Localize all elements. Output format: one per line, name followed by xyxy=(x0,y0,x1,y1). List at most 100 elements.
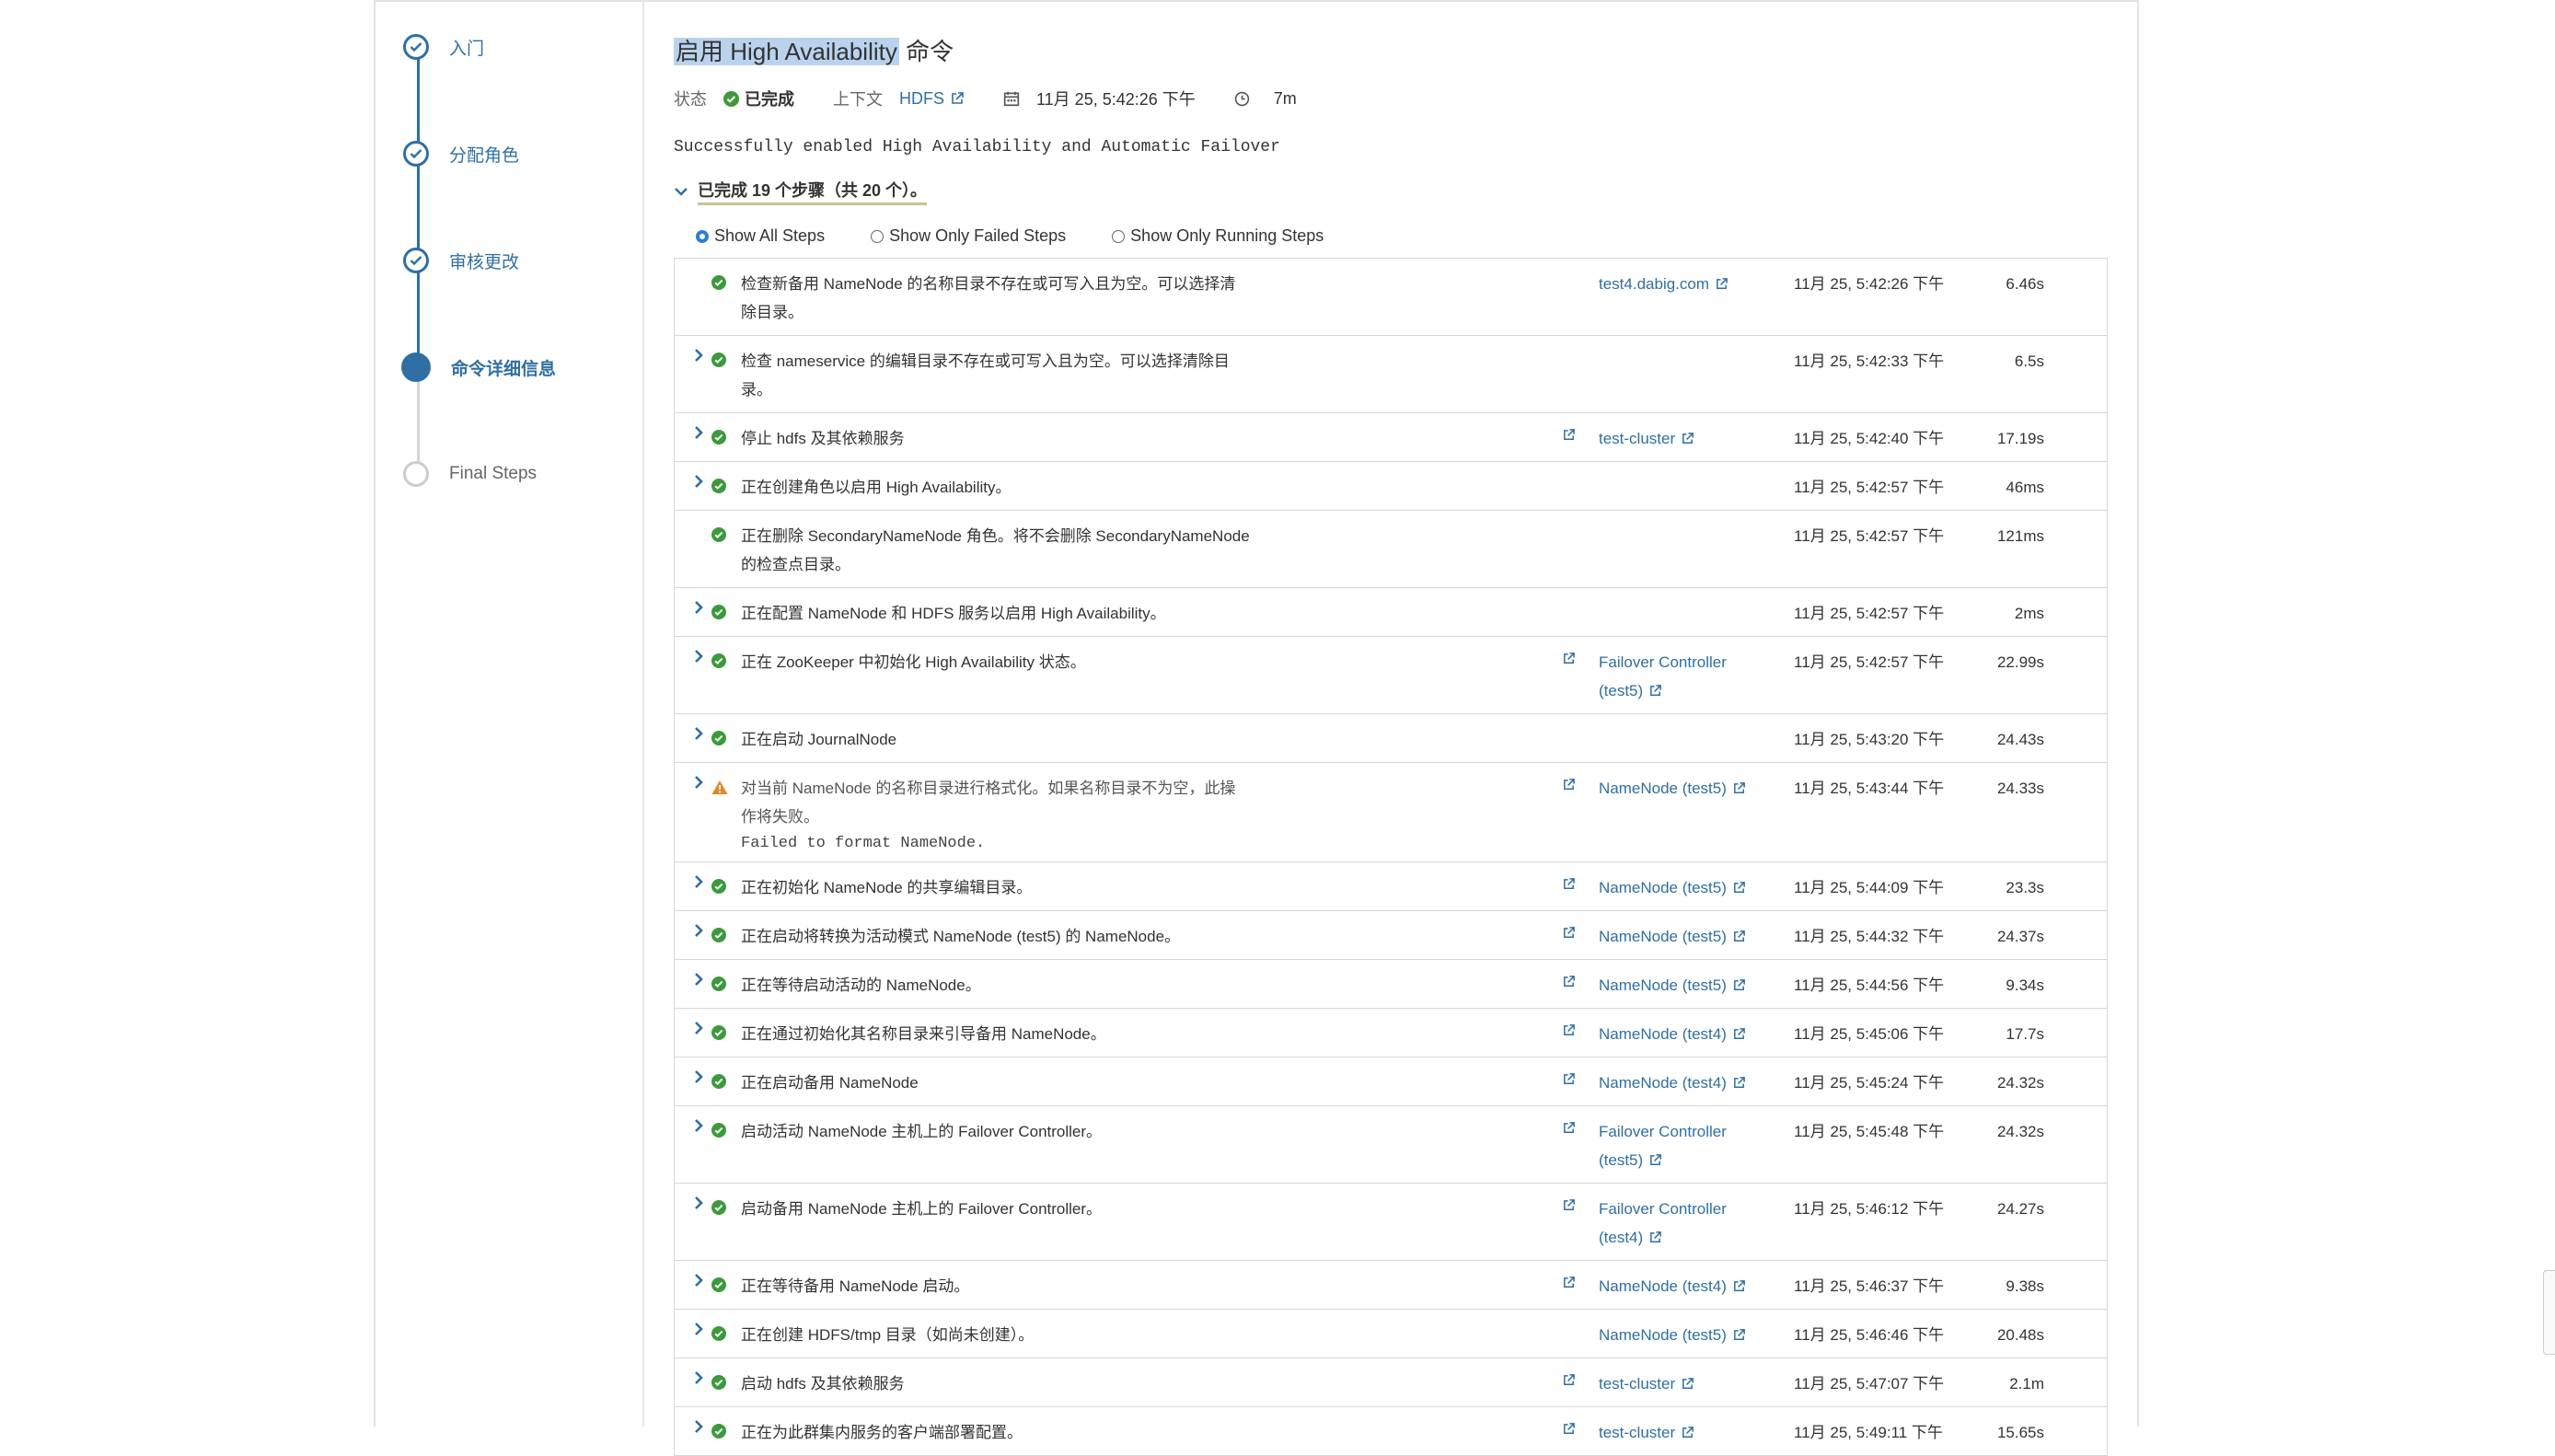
external-link-icon[interactable] xyxy=(1562,975,1580,993)
step-description-line: 正在配置 NameNode 和 HDFS 服务以启用 High Availabi… xyxy=(741,605,1166,622)
status-label: 状态 xyxy=(674,90,707,109)
step-description: 正在启动 JournalNode xyxy=(741,725,1266,754)
chevron-right-icon[interactable] xyxy=(693,1418,706,1437)
chevron-right-icon[interactable] xyxy=(693,922,706,941)
success-icon xyxy=(711,479,726,493)
table-row: 正在初始化 NameNode 的共享编辑目录。 NameNode (test5) 1… xyxy=(675,862,2107,911)
status-value: 已完成 xyxy=(723,87,794,110)
step-role-link[interactable]: Failover Controller (test4) xyxy=(1599,1195,1755,1252)
role-link-text: NameNode (test5) xyxy=(1599,976,1727,994)
step-description: 正在启动备用 NameNode xyxy=(741,1069,1266,1097)
filter-running-label: Show Only Running Steps xyxy=(1130,226,1324,245)
external-link-icon[interactable] xyxy=(1562,926,1580,944)
step-role-link[interactable]: NameNode (test5) xyxy=(1599,1321,1755,1349)
wizard-step[interactable]: 分配角色 xyxy=(403,138,519,169)
context-link-text: HDFS xyxy=(899,88,944,108)
table-row: 正在等待启动活动的 NameNode。 NameNode (test5) 11月 2… xyxy=(675,960,2107,1009)
external-link-icon[interactable] xyxy=(1562,1422,1580,1440)
radio-running[interactable] xyxy=(1112,229,1126,243)
chevron-right-icon[interactable] xyxy=(693,1117,706,1136)
step-role-link[interactable]: test-cluster xyxy=(1599,1418,1755,1447)
step-role-link[interactable]: NameNode (test4) xyxy=(1599,1069,1755,1097)
clock-icon xyxy=(1234,91,1249,106)
steps-summary[interactable]: 已完成 19 个步骤（共 20 个）。 xyxy=(674,178,928,205)
scrollbar-handle[interactable] xyxy=(2543,1270,2555,1355)
step-role-link[interactable]: NameNode (test4) xyxy=(1599,1020,1755,1048)
step-description: 检查 nameservice 的编辑目录不存在或可写入且为空。可以选择清除目 录。 xyxy=(741,347,1266,404)
step-role-link[interactable]: test-cluster xyxy=(1599,1369,1755,1398)
step-role-link[interactable]: NameNode (test5) xyxy=(1599,971,1755,1000)
external-link-icon[interactable] xyxy=(1562,877,1580,896)
step-role-link[interactable]: test4.dabig.com xyxy=(1599,270,1755,298)
chevron-right-icon[interactable] xyxy=(693,648,706,666)
step-time: 11月 25, 5:45:06 下午 xyxy=(1794,1025,1945,1043)
chevron-right-icon[interactable] xyxy=(693,774,706,792)
success-icon xyxy=(711,1375,726,1390)
step-duration: 9.38s xyxy=(2006,1277,2044,1295)
step-role-link[interactable]: NameNode (test5) xyxy=(1599,774,1755,803)
chevron-right-icon[interactable] xyxy=(693,1195,706,1213)
chevron-right-icon[interactable] xyxy=(693,599,706,618)
external-link-icon[interactable] xyxy=(1562,428,1580,446)
context-link[interactable]: HDFS xyxy=(899,89,965,109)
table-row: 检查 nameservice 的编辑目录不存在或可写入且为空。可以选择清除目 录。… xyxy=(675,336,2107,413)
filter-all[interactable]: Show All Steps xyxy=(696,226,825,246)
radio-failed[interactable] xyxy=(871,229,884,243)
external-link-icon[interactable] xyxy=(1562,652,1580,670)
step-role-link[interactable]: NameNode (test4) xyxy=(1599,1272,1755,1300)
sidebar-divider xyxy=(642,2,644,1427)
role-link-text: NameNode (test4) xyxy=(1599,1025,1727,1043)
role-link-text: test-cluster xyxy=(1599,1375,1676,1392)
step-duration: 17.7s xyxy=(2006,1025,2044,1043)
step-description: 正在等待备用 NameNode 启动。 xyxy=(741,1272,1266,1300)
role-link-text: NameNode (test4) xyxy=(1599,1277,1727,1295)
external-link-icon[interactable] xyxy=(1562,1373,1580,1392)
wizard-step[interactable]: 审核更改 xyxy=(403,245,519,276)
chevron-right-icon[interactable] xyxy=(693,473,706,491)
wizard-step[interactable]: 入门 xyxy=(403,31,484,63)
chevron-right-icon[interactable] xyxy=(693,1321,706,1339)
title-highlight: 启用 High Availability xyxy=(674,38,899,65)
external-link-icon[interactable] xyxy=(1562,1121,1580,1139)
external-link-icon[interactable] xyxy=(1562,1198,1580,1217)
chevron-right-icon[interactable] xyxy=(693,1020,706,1038)
chevron-right-icon[interactable] xyxy=(693,1069,706,1087)
pending-step-icon xyxy=(403,461,429,487)
external-link-icon[interactable] xyxy=(1562,1276,1580,1294)
step-role-link[interactable]: Failover Controller (test5) xyxy=(1599,648,1755,705)
wizard-step[interactable]: 命令详细信息 xyxy=(401,352,556,383)
step-role-link[interactable]: Failover Controller (test5) xyxy=(1599,1117,1755,1174)
radio-all[interactable] xyxy=(696,229,709,243)
step-time: 11月 25, 5:42:57 下午 xyxy=(1794,479,1945,496)
filter-failed[interactable]: Show Only Failed Steps xyxy=(871,226,1066,246)
step-description-line: 作将失败。 xyxy=(741,808,819,826)
chevron-right-icon[interactable] xyxy=(693,1272,706,1290)
step-role-link[interactable]: NameNode (test5) xyxy=(1599,922,1755,951)
step-role-link[interactable]: test-cluster xyxy=(1599,424,1755,453)
step-description: 停止 hdfs 及其依赖服务 xyxy=(741,424,1266,453)
step-duration: 23.3s xyxy=(2006,879,2044,896)
wizard-progress-line xyxy=(417,46,420,366)
chevron-right-icon[interactable] xyxy=(693,347,706,365)
step-duration: 17.19s xyxy=(1996,430,2044,447)
external-link-icon[interactable] xyxy=(1562,778,1580,796)
external-link-icon[interactable] xyxy=(1562,1023,1580,1042)
chevron-right-icon[interactable] xyxy=(693,1369,706,1388)
role-link-text: Failover Controller (test4) xyxy=(1599,1200,1727,1246)
success-icon xyxy=(711,928,726,942)
step-description: 检查新备用 NameNode 的名称目录不存在或可写入且为空。可以选择清 除目录。 xyxy=(741,270,1266,327)
chevron-right-icon[interactable] xyxy=(693,424,706,443)
external-link-icon xyxy=(1727,1025,1746,1043)
external-link-icon[interactable] xyxy=(1562,1072,1580,1091)
step-description-line: 正在等待备用 NameNode 启动。 xyxy=(741,1277,970,1295)
step-time: 11月 25, 5:42:33 下午 xyxy=(1794,352,1945,370)
step-role-link[interactable]: NameNode (test5) xyxy=(1599,873,1755,902)
success-icon xyxy=(723,90,739,107)
chevron-right-icon[interactable] xyxy=(693,971,706,989)
chevron-right-icon[interactable] xyxy=(693,725,706,744)
wizard-step[interactable]: Final Steps xyxy=(403,458,537,490)
chevron-right-icon[interactable] xyxy=(693,873,706,892)
wizard-step-label: 入门 xyxy=(449,39,485,59)
success-icon xyxy=(711,1025,726,1040)
filter-running[interactable]: Show Only Running Steps xyxy=(1112,226,1324,246)
